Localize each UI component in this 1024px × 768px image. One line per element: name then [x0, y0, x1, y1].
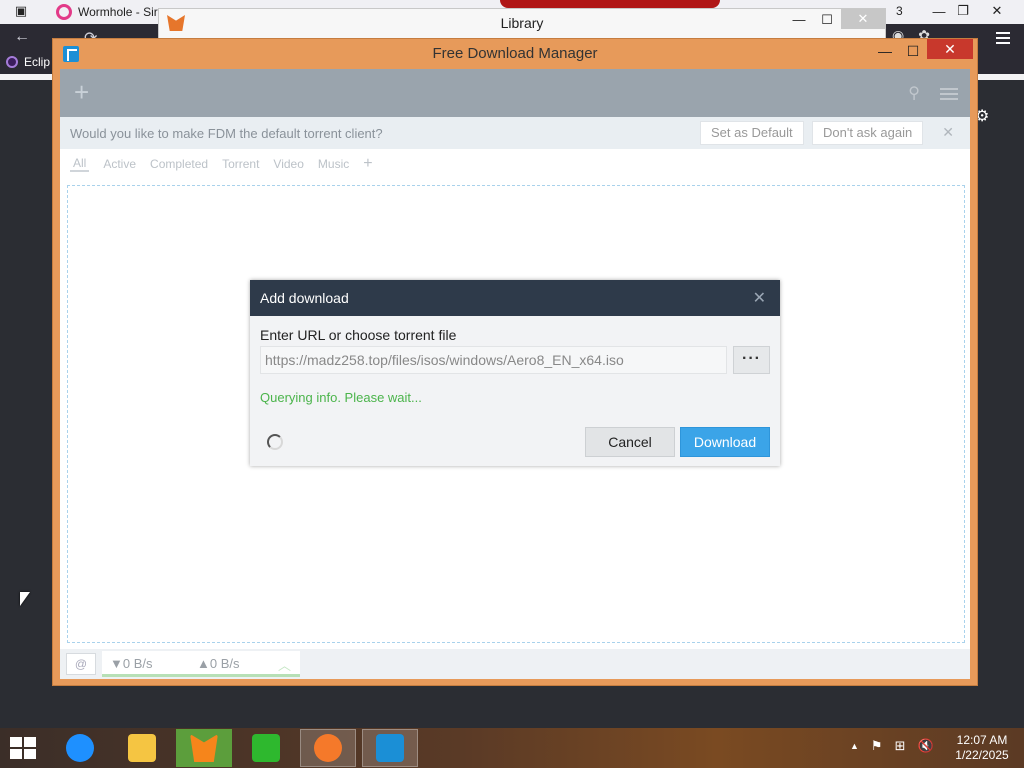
- browser-maximize-button[interactable]: ❐: [946, 0, 980, 22]
- fdm-close-button[interactable]: ✕: [927, 39, 973, 59]
- library-window: Library — ☐ ✕: [158, 8, 886, 40]
- library-close-button[interactable]: ✕: [841, 9, 885, 29]
- notification-text: Would you like to make FDM the default t…: [70, 126, 383, 141]
- browser-tab-title: Wormhole - Sir: [78, 5, 158, 19]
- back-arrow-icon[interactable]: ←: [14, 28, 30, 46]
- dont-ask-again-button[interactable]: Don't ask again: [812, 121, 924, 145]
- tab-count: 3: [896, 4, 903, 18]
- tab-music[interactable]: Music: [318, 157, 349, 171]
- internet-explorer-taskbar-button[interactable]: [52, 729, 108, 767]
- search-icon[interactable]: ⚲: [908, 83, 920, 103]
- file-explorer-taskbar-button[interactable]: [114, 729, 170, 767]
- upload-speed: ▲0 B/s: [197, 656, 240, 671]
- network-icon[interactable]: ⊞: [895, 738, 906, 754]
- clock-date: 1/22/2025: [955, 748, 1009, 762]
- wormhole-icon: [56, 4, 72, 20]
- dialog-title: Add download: [260, 290, 349, 306]
- library-title: Library: [500, 15, 544, 31]
- tab-active[interactable]: Active: [103, 157, 136, 171]
- clock-time: 12:07 AM: [956, 733, 1008, 747]
- fdm-taskbar-button[interactable]: [362, 729, 418, 767]
- eclipse-icon: [6, 56, 18, 68]
- tab-all[interactable]: All: [70, 156, 90, 172]
- browser-tab[interactable]: Wormhole - Sir: [48, 0, 166, 24]
- metamask-fox-icon: [190, 734, 218, 762]
- default-client-notification: Would you like to make FDM the default t…: [60, 117, 970, 149]
- url-input[interactable]: [260, 346, 727, 374]
- library-maximize-button[interactable]: ☐: [813, 9, 841, 31]
- store-bag-icon: [252, 734, 280, 762]
- loading-spinner-icon: [267, 434, 283, 450]
- show-hidden-icons-icon[interactable]: ▲: [850, 738, 859, 754]
- metamask-taskbar-button[interactable]: [176, 729, 232, 767]
- add-download-dialog: Add download ✕ Enter URL or choose torre…: [250, 280, 780, 466]
- add-filter-icon[interactable]: +: [363, 155, 372, 173]
- menu-icon[interactable]: [940, 85, 958, 103]
- url-label: Enter URL or choose torrent file: [260, 327, 457, 343]
- dialog-header: Add download ✕: [250, 280, 780, 316]
- windows-start-icon[interactable]: [10, 737, 38, 761]
- dialog-close-icon[interactable]: ✕: [753, 288, 766, 308]
- blender-taskbar-button[interactable]: [300, 729, 356, 767]
- cancel-button[interactable]: Cancel: [585, 427, 675, 457]
- store-taskbar-button[interactable]: [238, 729, 294, 767]
- browse-torrent-button[interactable]: ···: [733, 346, 770, 374]
- taskbar: ▲ ⚑ ⊞ 🔇 12:07 AM 1/22/2025: [0, 728, 1024, 768]
- browser-menu-icon[interactable]: [996, 29, 1010, 47]
- fdm-icon: [376, 734, 404, 762]
- fdm-maximize-button[interactable]: ☐: [899, 41, 927, 63]
- clock[interactable]: 12:07 AM 1/22/2025: [950, 733, 1014, 763]
- tab-video[interactable]: Video: [273, 157, 303, 171]
- notification-close-icon[interactable]: ✕: [942, 124, 954, 141]
- mouse-pointer-icon: [20, 592, 30, 606]
- speed-indicator[interactable]: ▼0 B/s ▲0 B/s ︿: [102, 651, 300, 677]
- chevron-up-icon[interactable]: ︿: [278, 655, 291, 674]
- add-download-icon[interactable]: +: [74, 79, 89, 105]
- volume-muted-icon[interactable]: 🔇: [917, 738, 933, 754]
- download-speed: ▼0 B/s: [110, 656, 153, 671]
- snail-mode-icon[interactable]: @: [66, 653, 96, 675]
- set-as-default-button[interactable]: Set as Default: [700, 121, 804, 145]
- browser-tab-highlight: [500, 0, 720, 8]
- tab-torrent[interactable]: Torrent: [222, 157, 259, 171]
- internet-explorer-icon: [66, 734, 94, 762]
- fdm-minimize-button[interactable]: —: [871, 41, 899, 63]
- tab-list-icon[interactable]: ▣: [4, 0, 38, 22]
- query-status-text: Querying info. Please wait...: [260, 390, 422, 405]
- download-button[interactable]: Download: [680, 427, 770, 457]
- bookmark-item[interactable]: Eclip: [6, 55, 50, 69]
- tab-completed[interactable]: Completed: [150, 157, 208, 171]
- browser-close-button[interactable]: ✕: [980, 0, 1014, 22]
- flag-icon[interactable]: ⚑: [871, 738, 883, 754]
- library-minimize-button[interactable]: —: [785, 9, 813, 31]
- fdm-title: Free Download Manager: [432, 45, 598, 62]
- system-tray: ▲ ⚑ ⊞ 🔇: [850, 738, 934, 754]
- bookmark-label: Eclip: [24, 55, 51, 69]
- fdm-toolbar: + ⚲: [60, 69, 970, 117]
- status-bar: @ ▼0 B/s ▲0 B/s ︿: [60, 649, 970, 679]
- blender-icon: [314, 734, 342, 762]
- filter-tabs: All Active Completed Torrent Video Music…: [60, 149, 970, 179]
- folder-icon: [128, 734, 156, 762]
